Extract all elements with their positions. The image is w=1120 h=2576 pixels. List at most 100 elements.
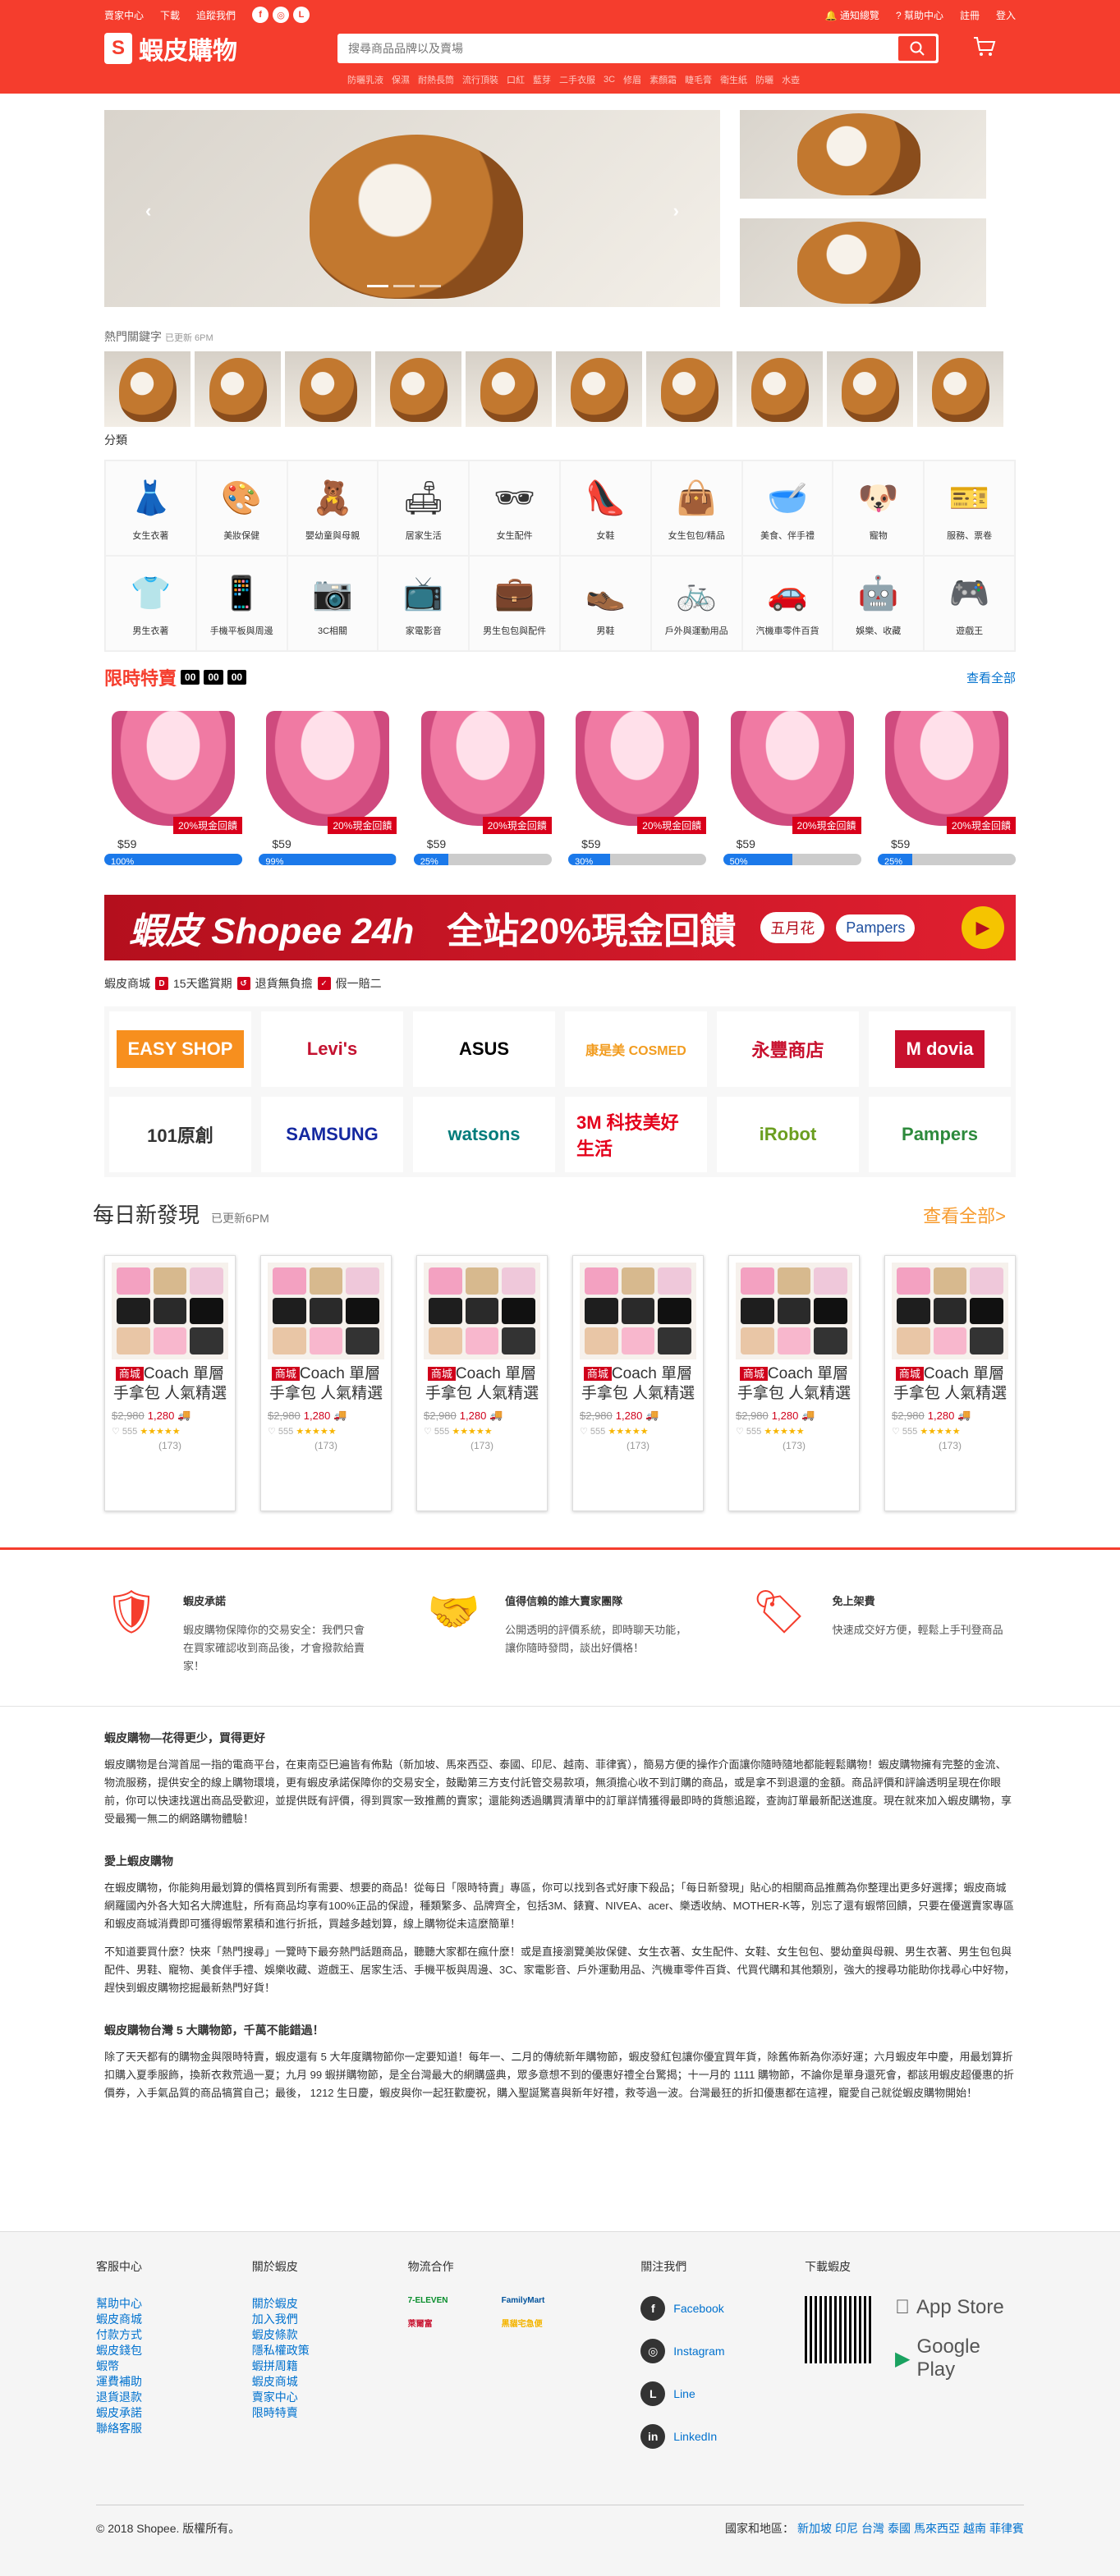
hot-keyword-link[interactable]: 防曬 [755, 73, 773, 86]
category-tile[interactable]: 🧸 嬰幼童與母親 [287, 461, 379, 556]
keyword-image[interactable] [737, 351, 823, 427]
footer-cs-link[interactable]: 蝦皮商城 [96, 2312, 252, 2327]
cart-button[interactable] [973, 36, 996, 62]
hot-keyword-link[interactable]: 口紅 [507, 73, 525, 86]
carousel-dot[interactable] [393, 285, 415, 287]
side-banner[interactable] [740, 110, 986, 199]
notifications-link[interactable]: 🔔 通知總覽 [825, 8, 879, 22]
footer-cs-link[interactable]: 幫助中心 [96, 2296, 252, 2312]
hot-keyword-link[interactable]: 藍芽 [533, 73, 551, 86]
footer-about-link[interactable]: 蝦皮條款 [252, 2327, 408, 2343]
keyword-image[interactable] [285, 351, 371, 427]
product-card[interactable]: 商城 Coach 單層手拿包 人氣精選 $2,980 1,280 🚚 ♡ 555 ★★★★… [572, 1255, 704, 1511]
shopee-logo[interactable]: S 蝦皮購物 [104, 30, 337, 66]
search-input[interactable] [340, 36, 898, 61]
social-link[interactable]: f Facebook [640, 2296, 805, 2321]
product-card[interactable]: 商城 Coach 單層手拿包 人氣精選 $2,980 1,280 🚚 ♡ 555 ★★★★… [728, 1255, 860, 1511]
footer-cs-link[interactable]: 蝦皮承諾 [96, 2405, 252, 2421]
brand-tile[interactable]: ASUS [413, 1011, 555, 1087]
app-store-button[interactable]: App Store [895, 2296, 1024, 2319]
category-tile[interactable]: 🚗 汽機車零件百貨 [741, 556, 833, 651]
product-card[interactable]: 商城 Coach 單層手拿包 人氣精選 $2,980 1,280 🚚 ♡ 555 ★★★★… [104, 1255, 236, 1511]
footer-about-link[interactable]: 蝦皮商城 [252, 2374, 408, 2390]
region-link[interactable]: 越南 [963, 2522, 986, 2535]
keyword-image[interactable] [195, 351, 281, 427]
flash-sale-item[interactable]: 20%現金回饋 $59 25% [877, 703, 1016, 865]
category-tile[interactable]: 🎨 美妝保健 [195, 461, 287, 556]
hot-keyword-link[interactable]: 流行頂裝 [462, 73, 498, 86]
product-card[interactable]: 商城 Coach 單層手拿包 人氣精選 $2,980 1,280 🚚 ♡ 555 ★★★★… [416, 1255, 548, 1511]
brand-tile[interactable]: 永豐商店 [717, 1011, 859, 1087]
social-link[interactable]: L Line [640, 2381, 805, 2406]
brand-tile[interactable]: 101原創 [109, 1097, 251, 1172]
category-tile[interactable]: 💼 男生包包與配件 [469, 556, 560, 651]
footer-cs-link[interactable]: 蝦皮錢包 [96, 2343, 252, 2358]
region-link[interactable]: 新加坡 [797, 2522, 832, 2535]
category-tile[interactable]: 🤖 娛樂、收藏 [833, 556, 925, 651]
flash-sale-item[interactable]: 20%現金回饋 $59 99% [259, 703, 397, 865]
footer-cs-link[interactable]: 退貨退款 [96, 2390, 252, 2405]
footer-cs-link[interactable]: 蝦幣 [96, 2358, 252, 2374]
keyword-image[interactable] [556, 351, 642, 427]
brand-tile[interactable]: Pampers [869, 1097, 1011, 1172]
keyword-image[interactable] [466, 351, 552, 427]
hot-keyword-link[interactable]: 防曬乳液 [347, 73, 383, 86]
carousel-next-icon[interactable]: › [673, 200, 679, 222]
footer-about-link[interactable]: 關於蝦皮 [252, 2296, 408, 2312]
hot-keyword-link[interactable]: 耐熱長筒 [418, 73, 454, 86]
category-tile[interactable]: 👞 男鞋 [560, 556, 651, 651]
play-icon[interactable]: ▶ [962, 906, 1004, 949]
category-tile[interactable]: 🚲 戶外與運動用品 [650, 556, 742, 651]
product-card[interactable]: 商城 Coach 單層手拿包 人氣精選 $2,980 1,280 🚚 ♡ 555 ★★★★… [260, 1255, 392, 1511]
hot-keyword-link[interactable]: 二手衣服 [559, 73, 595, 86]
brand-tile[interactable]: 3M 科技美好生活 [565, 1097, 707, 1172]
daily-see-all[interactable]: 查看全部> [923, 1202, 1006, 1228]
region-link[interactable]: 台灣 [861, 2522, 884, 2535]
seller-center-link[interactable]: 賣家中心 [104, 8, 144, 22]
google-play-button[interactable]: ▶ Google Play [895, 2335, 1024, 2381]
facebook-icon[interactable]: f [252, 7, 269, 23]
region-link[interactable]: 菲律賓 [989, 2522, 1024, 2535]
footer-about-link[interactable]: 限時特賣 [252, 2405, 408, 2421]
footer-cs-link[interactable]: 運費補助 [96, 2374, 252, 2390]
category-tile[interactable]: 🛋 居家生活 [378, 461, 470, 556]
social-link[interactable]: ◎ Instagram [640, 2339, 805, 2363]
category-tile[interactable]: 🎫 服務、票卷 [924, 461, 1015, 556]
hot-keyword-link[interactable]: 素顏霜 [650, 73, 677, 86]
brand-tile[interactable]: 康是美 COSMED [565, 1011, 707, 1087]
category-tile[interactable]: 👗 女生衣著 [105, 461, 196, 556]
hot-keyword-link[interactable]: 修眉 [623, 73, 641, 86]
footer-cs-link[interactable]: 付款方式 [96, 2327, 252, 2343]
promo-banner[interactable]: 蝦皮 Shopee 24h 全站20%現金回饋 五月花 Pampers ▶ [104, 895, 1016, 960]
category-tile[interactable]: 👕 男生衣著 [105, 556, 196, 651]
carousel-dot[interactable] [420, 285, 441, 287]
flash-sale-item[interactable]: 20%現金回饋 $59 50% [723, 703, 861, 865]
hot-keyword-link[interactable]: 睫毛膏 [685, 73, 712, 86]
keyword-image[interactable] [917, 351, 1003, 427]
category-tile[interactable]: 🎮 遊戲王 [924, 556, 1015, 651]
search-button[interactable] [898, 36, 936, 61]
category-tile[interactable]: 🕶 女生配件 [469, 461, 560, 556]
main-banner-carousel[interactable]: ‹ › [104, 110, 720, 307]
register-link[interactable]: 註冊 [960, 8, 980, 22]
footer-about-link[interactable]: 加入我們 [252, 2312, 408, 2327]
keyword-image[interactable] [375, 351, 461, 427]
category-tile[interactable]: 📺 家電影音 [378, 556, 470, 651]
footer-about-link[interactable]: 賣家中心 [252, 2390, 408, 2405]
flash-sale-item[interactable]: 20%現金回饋 $59 30% [568, 703, 707, 865]
line-icon[interactable]: L [293, 7, 310, 23]
hot-keyword-link[interactable]: 3C [604, 75, 615, 85]
carousel-dot[interactable] [367, 285, 388, 287]
login-link[interactable]: 登入 [996, 8, 1016, 22]
hot-keyword-link[interactable]: 保濕 [392, 73, 410, 86]
instagram-icon[interactable]: ◎ [273, 7, 290, 23]
keyword-image[interactable] [646, 351, 732, 427]
keyword-image[interactable] [827, 351, 913, 427]
brand-tile[interactable]: watsons [413, 1097, 555, 1172]
region-link[interactable]: 馬來西亞 [914, 2522, 960, 2535]
category-tile[interactable]: 📷 3C相關 [287, 556, 379, 651]
download-link[interactable]: 下載 [160, 8, 180, 22]
hot-keyword-link[interactable]: 衛生紙 [720, 73, 747, 86]
social-link[interactable]: in LinkedIn [640, 2424, 805, 2449]
brand-tile[interactable]: SAMSUNG [261, 1097, 403, 1172]
